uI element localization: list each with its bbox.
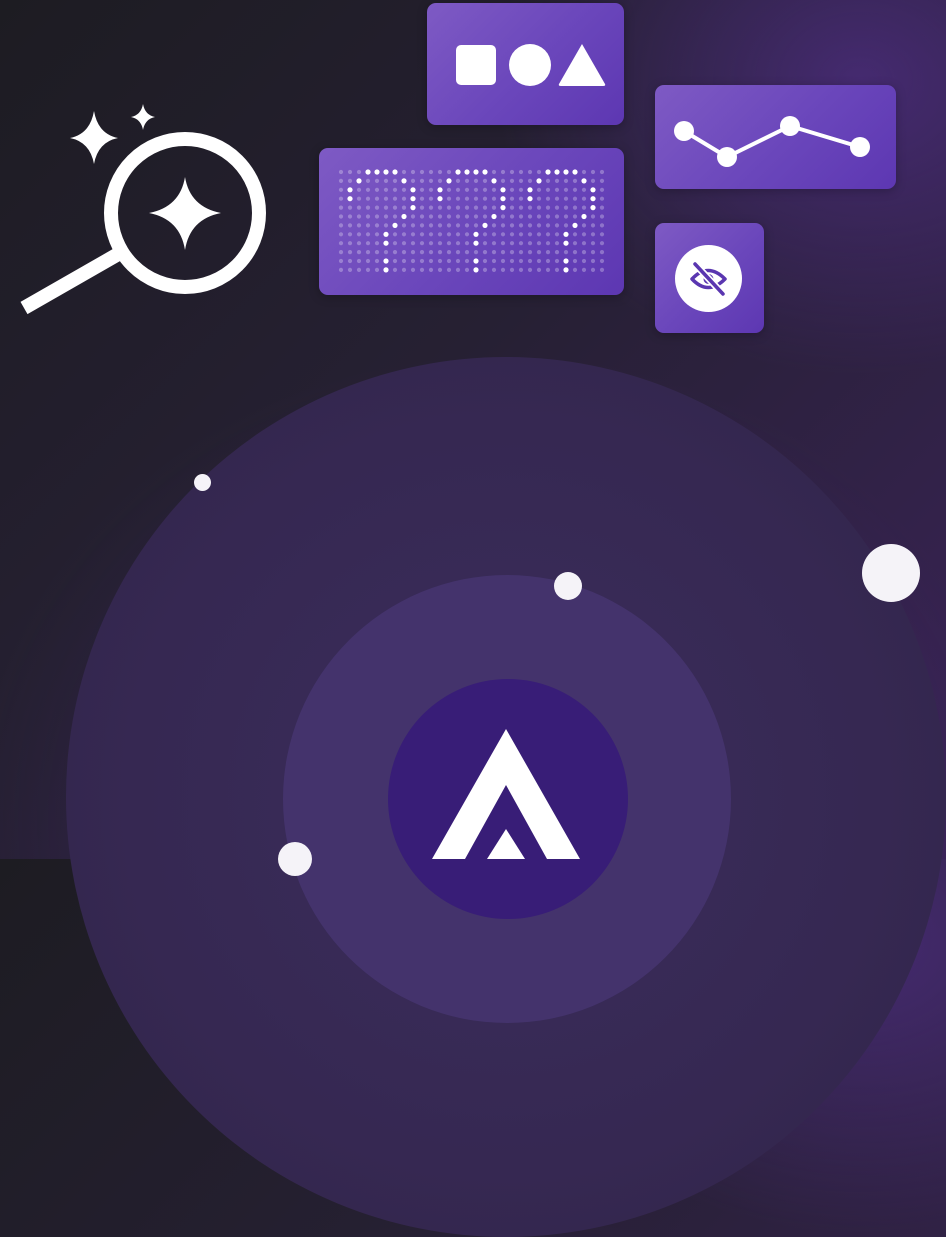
orbit-dot (862, 544, 920, 602)
circle-icon (509, 44, 551, 86)
orbit-dot (278, 842, 312, 876)
orbit-dot (194, 474, 211, 491)
orbit-dot (554, 572, 582, 600)
hidden-card (655, 223, 764, 333)
shapes-card (427, 3, 624, 125)
question-marks-icon (338, 169, 605, 273)
square-icon (456, 45, 496, 85)
sparkle-magnifier-icon (20, 104, 266, 315)
line-graph-icon (674, 116, 870, 167)
chevron-up-logo (432, 729, 580, 859)
triangle-icon (558, 44, 606, 86)
line-graph-card (655, 85, 896, 189)
dot-matrix-card (319, 148, 624, 295)
eye-slash-icon (690, 260, 727, 298)
